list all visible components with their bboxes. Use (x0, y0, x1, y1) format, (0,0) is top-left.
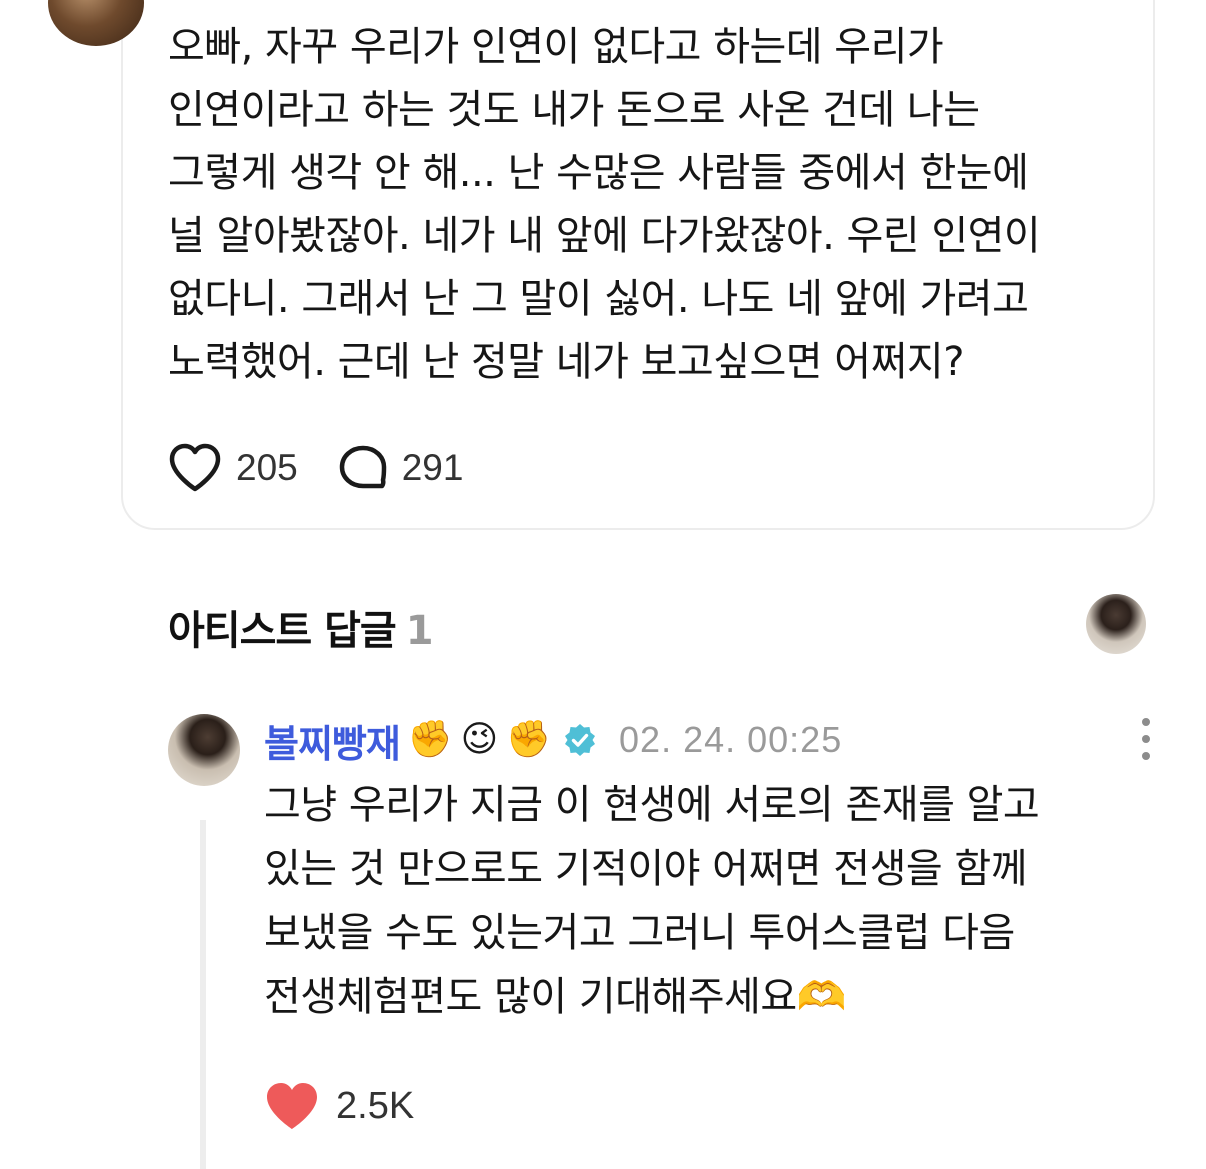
section-count: 1 (405, 608, 434, 654)
reply-like-button[interactable]: 2.5K (264, 1076, 414, 1136)
reply-like-count: 2.5K (336, 1084, 415, 1127)
artist-avatar[interactable] (1086, 594, 1146, 654)
verified-badge-icon (563, 723, 597, 757)
post-line: 노력했어. 근데 난 정말 네가 보고싶으면 어쩌지? (168, 339, 964, 385)
reply-body: 그냥 우리가 지금 이 현생에 서로의 존재를 알고 있는 것 만으로도 기적이… (264, 773, 1164, 1029)
artist-replies-heading: 아티스트 답글 1 (168, 598, 434, 656)
post-comment-count: 291 (401, 447, 464, 488)
post-comment-button[interactable]: 291 (338, 444, 464, 492)
thread-line (200, 820, 206, 1169)
post-line: 널 알아봤잖아. 네가 내 앞에 다가왔잖아. 우린 인연이 (168, 213, 1041, 259)
reply-line: 보냈을 수도 있는거고 그러니 투어스클럽 다음 (264, 910, 1015, 956)
reply-timestamp: 02. 24. 00:25 (619, 719, 843, 760)
reply-author-name[interactable]: 볼찌빵재 (264, 713, 401, 768)
post-like-button[interactable]: 205 (168, 443, 298, 493)
reply-line: 있는 것 만으로도 기적이야 어쩌면 전생을 함께 (264, 846, 1028, 892)
more-options-icon[interactable] (1132, 718, 1160, 760)
section-title-text: 아티스트 답글 (168, 608, 397, 654)
reply-line: 전생체험편도 많이 기대해주세요🫶 (264, 974, 846, 1020)
post-stats: 205 291 (168, 440, 503, 496)
fist-emoji: ✊ (506, 719, 552, 760)
reply-header: 볼찌빵재 ✊ 😉 ✊ 02. 24. 00:25 (264, 712, 842, 768)
post-line: 오빠, 자꾸 우리가 인연이 없다고 하는데 우리가 (168, 24, 944, 70)
fist-emoji: ✊ (407, 719, 453, 760)
reply-line: 그냥 우리가 지금 이 현생에 서로의 존재를 알고 (264, 782, 1040, 828)
post-body: 오빠, 자꾸 우리가 인연이 없다고 하는데 우리가 인연이라고 하는 것도 내… (168, 16, 1128, 394)
post-like-count: 205 (236, 447, 298, 488)
post-line: 없다니. 그래서 난 그 말이 싫어. 나도 네 앞에 가려고 (168, 276, 1029, 322)
heart-filled-icon (267, 1083, 317, 1129)
wink-emoji: 😉 (460, 719, 499, 760)
reply-author-avatar[interactable] (168, 714, 240, 786)
post-line: 인연이라고 하는 것도 내가 돈으로 사온 건데 나는 (168, 87, 980, 133)
post-line: 그렇게 생각 안 해... 난 수많은 사람들 중에서 한눈에 (168, 150, 1029, 196)
heart-outline-icon (169, 443, 221, 492)
comment-bubble-icon (339, 445, 386, 489)
